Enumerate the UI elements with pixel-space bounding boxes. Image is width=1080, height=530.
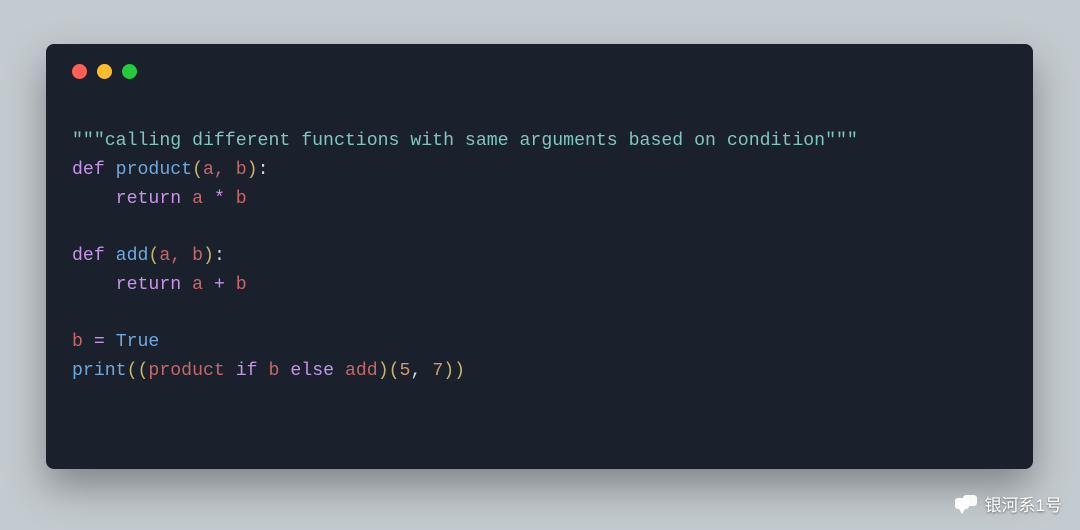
call-print: print [72, 361, 127, 381]
zoom-icon[interactable] [122, 64, 137, 79]
watermark: 银河系1号 [955, 491, 1062, 516]
function-name-add: add [116, 246, 149, 266]
keyword-return: return [116, 189, 182, 209]
watermark-label: 银河系1号 [985, 491, 1062, 516]
code-block: """calling different functions with same… [72, 127, 1007, 386]
params: a, b [203, 160, 247, 180]
keyword-def: def [72, 160, 105, 180]
minimize-icon[interactable] [97, 64, 112, 79]
close-icon[interactable] [72, 64, 87, 79]
const-true: True [116, 332, 160, 352]
function-name-product: product [116, 160, 192, 180]
docstring: """calling different functions with same… [72, 131, 858, 151]
code-window: """calling different functions with same… [46, 44, 1033, 469]
window-controls [72, 64, 1007, 79]
wechat-icon [955, 495, 977, 513]
variable-b: b [72, 332, 83, 352]
